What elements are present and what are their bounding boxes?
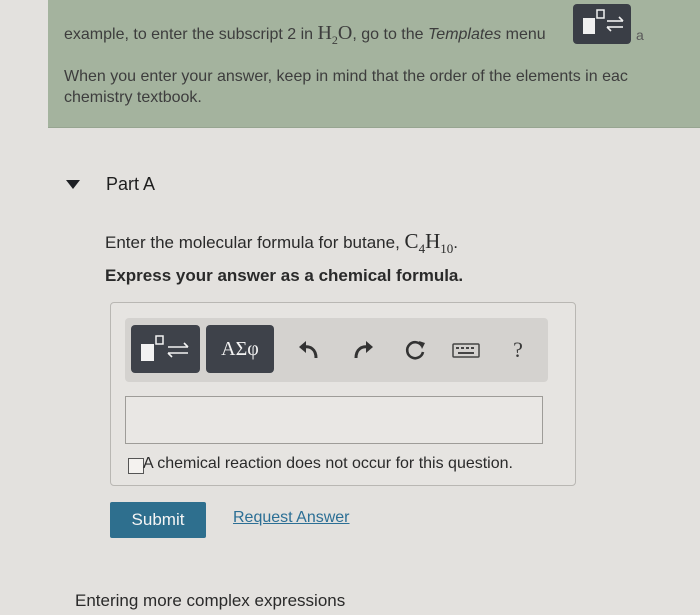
formula-element: H (425, 229, 441, 253)
formula-element: O (337, 22, 353, 44)
redo-icon[interactable] (350, 337, 376, 363)
no-reaction-checkbox[interactable] (128, 458, 144, 474)
keyboard-shortcuts-icon (452, 343, 480, 358)
part-title[interactable]: Part A (106, 174, 155, 195)
question-text: Enter the molecular formula for butane, … (105, 229, 458, 257)
templates-icon-example (573, 4, 631, 44)
butane-formula: C4H10 (404, 229, 454, 257)
undo-arrow-icon (299, 341, 318, 359)
keyboard-icon[interactable] (452, 337, 480, 363)
question-prefix: Enter the molecular formula for butane, (105, 233, 405, 252)
formula-element: C (404, 229, 419, 253)
templates-button[interactable] (131, 325, 200, 373)
redo-arrow-icon (354, 341, 373, 359)
instructions-text: menu (501, 26, 546, 43)
submit-button[interactable]: Submit (110, 502, 206, 538)
no-reaction-label[interactable]: A chemical reaction does not occur for t… (143, 455, 513, 473)
templates-icon (583, 9, 624, 34)
instructions-line-2: When you enter your answer, keep in mind… (64, 68, 628, 85)
answer-input[interactable] (125, 396, 543, 444)
undo-icon[interactable] (296, 337, 322, 363)
instructions-text: , go to the (352, 26, 428, 43)
templates-icon (141, 335, 189, 361)
instructions-edge-text: a (636, 27, 644, 43)
symbols-button[interactable]: ΑΣφ (206, 325, 274, 373)
reset-circle-arrow-icon (405, 340, 425, 360)
help-icon[interactable]: ? (506, 337, 530, 363)
collapse-triangle-icon[interactable] (66, 180, 80, 189)
instructions-line-1: example, to enter the subscript 2 in H2O… (64, 22, 546, 48)
answer-instructions: Express your answer as a chemical formul… (105, 266, 464, 285)
question-suffix: . (453, 233, 458, 252)
reset-icon[interactable] (402, 337, 428, 363)
formula-element: H (317, 22, 332, 44)
instructions-text: example, to enter the subscript 2 in (64, 26, 318, 43)
request-answer-link[interactable]: Request Answer (233, 509, 350, 527)
formula-subscript: 10 (440, 241, 454, 257)
instructions-line-3: chemistry textbook. (64, 89, 202, 106)
templates-menu-reference: Templates (427, 26, 502, 43)
section-heading: Entering more complex expressions (75, 591, 346, 610)
example-formula: H2O (317, 22, 353, 47)
